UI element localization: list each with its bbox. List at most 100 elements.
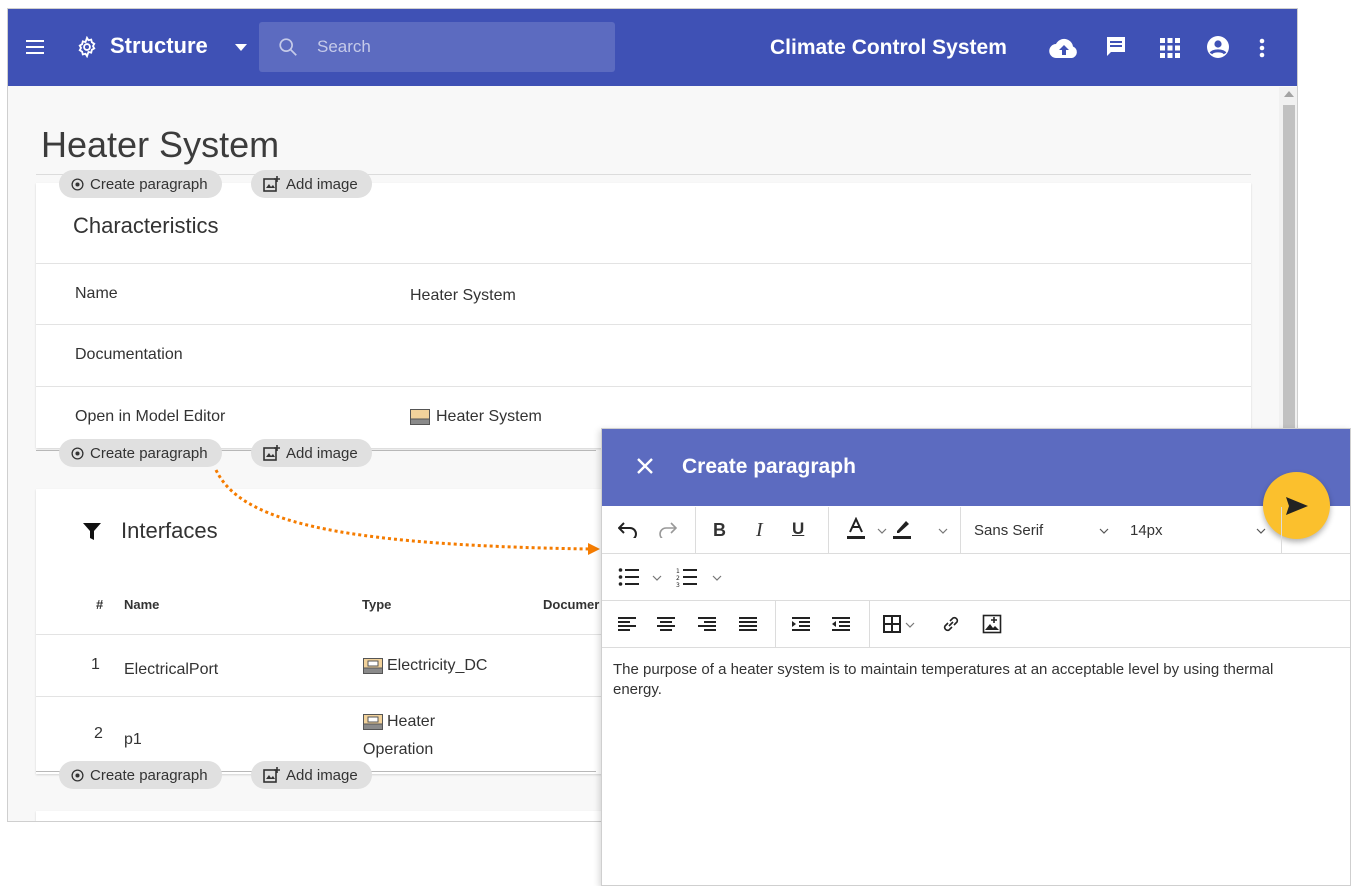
highlight-icon[interactable]	[891, 517, 913, 541]
toolbar-divider	[869, 601, 870, 647]
characteristics-card: Characteristics Name Heater System Docum…	[36, 183, 1251, 448]
create-paragraph-chip[interactable]: Create paragraph	[59, 439, 222, 467]
chip-label: Add image	[286, 175, 358, 193]
dialog-title: Create paragraph	[682, 455, 856, 478]
align-center-icon[interactable]	[657, 616, 675, 632]
add-photo-icon	[263, 445, 280, 461]
chip-label: Add image	[286, 766, 358, 784]
chevron-down-icon[interactable]	[712, 575, 722, 581]
chevron-down-icon[interactable]	[652, 575, 662, 581]
insert-image-icon[interactable]	[982, 614, 1002, 634]
font-size-select[interactable]: 14px	[1130, 522, 1163, 539]
add-photo-icon	[263, 176, 280, 192]
editor-toolbar-row	[602, 601, 1350, 648]
align-left-icon[interactable]	[618, 616, 636, 632]
interface-type[interactable]: Heater	[363, 713, 435, 731]
scrollbar-thumb[interactable]	[1283, 105, 1295, 435]
model-editor-link[interactable]: Heater System	[410, 408, 542, 426]
interface-name[interactable]: ElectricalPort	[124, 661, 218, 679]
add-circle-icon	[71, 768, 84, 782]
row-label: Name	[75, 285, 118, 302]
interface-type[interactable]: Electricity_DC	[363, 657, 487, 675]
add-photo-icon	[263, 767, 280, 783]
create-paragraph-chip[interactable]: Create paragraph	[59, 170, 222, 198]
editor-toolbar-row: 123	[602, 554, 1350, 601]
italic-icon[interactable]: I	[756, 519, 763, 542]
chevron-down-icon[interactable]	[938, 528, 948, 534]
row-label: Documentation	[75, 346, 183, 363]
create-paragraph-dialog: Create paragraph B I U Sans Serif 14px 1…	[601, 428, 1351, 886]
table-icon[interactable]	[883, 615, 901, 633]
filter-icon[interactable]	[83, 523, 101, 546]
text-color-icon[interactable]	[845, 517, 867, 541]
svg-text:3: 3	[676, 582, 680, 587]
interfaces-title: Interfaces	[121, 518, 218, 543]
interface-type-label: Operation	[363, 741, 434, 758]
undo-icon[interactable]	[618, 520, 638, 538]
port-icon	[363, 714, 383, 730]
underline-icon[interactable]: U	[792, 519, 804, 539]
chevron-down-icon[interactable]	[905, 622, 915, 628]
align-justify-icon[interactable]	[739, 616, 757, 632]
chip-label: Add image	[286, 444, 358, 462]
add-image-chip[interactable]: Add image	[251, 439, 372, 467]
add-image-chip[interactable]: Add image	[251, 170, 372, 198]
font-family-select[interactable]: Sans Serif	[974, 522, 1043, 539]
cloud-upload-icon[interactable]	[1048, 37, 1080, 59]
redo-icon[interactable]	[657, 520, 677, 538]
project-selector[interactable]: Structure	[110, 33, 208, 59]
toolbar-divider	[775, 601, 776, 647]
add-circle-icon	[71, 177, 84, 191]
bold-icon[interactable]: B	[713, 520, 726, 541]
interface-type-label: Heater	[387, 713, 436, 730]
characteristics-title: Characteristics	[73, 213, 219, 238]
menu-icon[interactable]	[24, 37, 46, 57]
caret-down-icon[interactable]	[234, 42, 248, 52]
bulleted-list-icon[interactable]	[618, 567, 640, 587]
apps-grid-icon[interactable]	[1159, 37, 1181, 59]
scroll-up-arrow-icon[interactable]	[1284, 91, 1294, 97]
link-icon[interactable]	[941, 614, 961, 634]
block-icon	[410, 409, 430, 425]
column-header[interactable]: Type	[362, 597, 391, 612]
gear-icon[interactable]	[76, 36, 98, 58]
row-number: 2	[94, 725, 103, 742]
chevron-down-icon[interactable]	[1099, 528, 1109, 534]
interface-type-label: Electricity_DC	[387, 657, 488, 674]
comments-icon[interactable]	[1105, 36, 1127, 58]
editor-content[interactable]: The purpose of a heater system is to mai…	[613, 660, 1313, 700]
editor-toolbar-row: B I U Sans Serif 14px	[602, 507, 1350, 554]
chevron-down-icon[interactable]	[877, 528, 887, 534]
row-number: 1	[91, 656, 100, 673]
close-icon[interactable]	[636, 457, 654, 475]
divider	[36, 263, 1251, 264]
column-header[interactable]: #	[96, 597, 103, 612]
row-label: Open in Model Editor	[75, 408, 226, 425]
search-icon	[277, 36, 299, 58]
chip-label: Create paragraph	[90, 444, 208, 462]
toolbar-divider	[695, 507, 696, 553]
search-input[interactable]	[315, 32, 595, 62]
interface-name[interactable]: p1	[124, 731, 142, 749]
toolbar-divider	[960, 507, 961, 553]
search-box[interactable]	[259, 22, 615, 72]
column-header[interactable]: Documer	[543, 597, 599, 612]
divider	[36, 324, 1251, 325]
indent-icon[interactable]	[792, 616, 810, 632]
account-circle-icon[interactable]	[1206, 35, 1230, 59]
more-vert-icon[interactable]	[1256, 36, 1268, 60]
divider	[36, 386, 1251, 387]
chevron-down-icon[interactable]	[1256, 528, 1266, 534]
top-app-bar: Structure Climate Control System	[8, 9, 1297, 86]
row-value: Heater System	[410, 287, 516, 304]
chip-label: Create paragraph	[90, 175, 208, 193]
outdent-icon[interactable]	[832, 616, 850, 632]
add-image-chip[interactable]: Add image	[251, 761, 372, 789]
numbered-list-icon[interactable]: 123	[676, 567, 698, 587]
page-title: Heater System	[41, 124, 280, 165]
model-editor-link-label: Heater System	[436, 408, 542, 425]
create-paragraph-chip[interactable]: Create paragraph	[59, 761, 222, 789]
column-header[interactable]: Name	[124, 597, 159, 612]
align-right-icon[interactable]	[698, 616, 716, 632]
toolbar-divider	[828, 507, 829, 553]
